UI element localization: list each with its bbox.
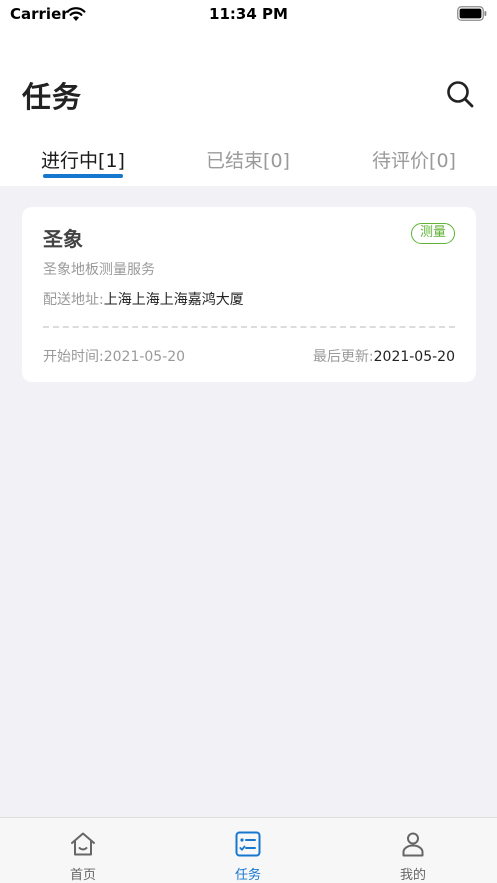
task-list-icon [235, 831, 261, 857]
task-description: 圣象地板测量服务 [43, 262, 155, 278]
person-icon [402, 832, 424, 857]
last-update: 最后更新:2021-05-20 [313, 346, 455, 366]
task-card[interactable]: 圣象 测量 圣象地板测量服务 配送地址:上海上海上海嘉鸿大厦 开始时间:2021… [22, 207, 476, 382]
battery-icon [457, 6, 487, 21]
address-label: 配送地址: [43, 292, 104, 308]
status-tabs: 进行中[1] 已结束[0] 待评价[0] [0, 140, 497, 186]
start-time-label: 开始时间: [43, 349, 104, 365]
nav-mine-label: 我的 [399, 868, 426, 883]
nav-home-label: 首页 [69, 868, 96, 883]
task-address: 配送地址:上海上海上海嘉鸿大厦 [43, 289, 244, 309]
nav-mine[interactable]: 我的 [373, 818, 453, 883]
status-time: 11:34 PM [209, 5, 288, 23]
bottom-tab-bar: 首页 任务 我的 [0, 817, 497, 883]
active-tab-indicator [43, 174, 123, 178]
start-time: 开始时间:2021-05-20 [43, 346, 185, 366]
start-time-value: 2021-05-20 [103, 349, 186, 365]
nav-task[interactable]: 任务 [208, 818, 288, 883]
card-divider [43, 326, 455, 328]
nav-task-label: 任务 [234, 868, 261, 883]
task-type-badge: 测量 [410, 223, 455, 244]
search-button[interactable] [444, 78, 476, 110]
tab-pending-review[interactable]: 待评价[0] [350, 146, 478, 186]
task-title: 圣象 [43, 227, 83, 251]
address-value: 上海上海上海嘉鸿大厦 [103, 292, 244, 308]
last-update-value: 2021-05-20 [373, 349, 455, 365]
home-icon [71, 832, 95, 856]
search-icon [447, 81, 474, 108]
tab-in-progress[interactable]: 进行中[1] [22, 146, 144, 186]
status-bar: Carrier 11:34 PM [0, 0, 497, 30]
page-title: 任务 [22, 80, 83, 114]
last-update-label: 最后更新: [312, 349, 374, 365]
tab-finished[interactable]: 已结束[0] [186, 146, 310, 186]
nav-home[interactable]: 首页 [43, 818, 123, 883]
